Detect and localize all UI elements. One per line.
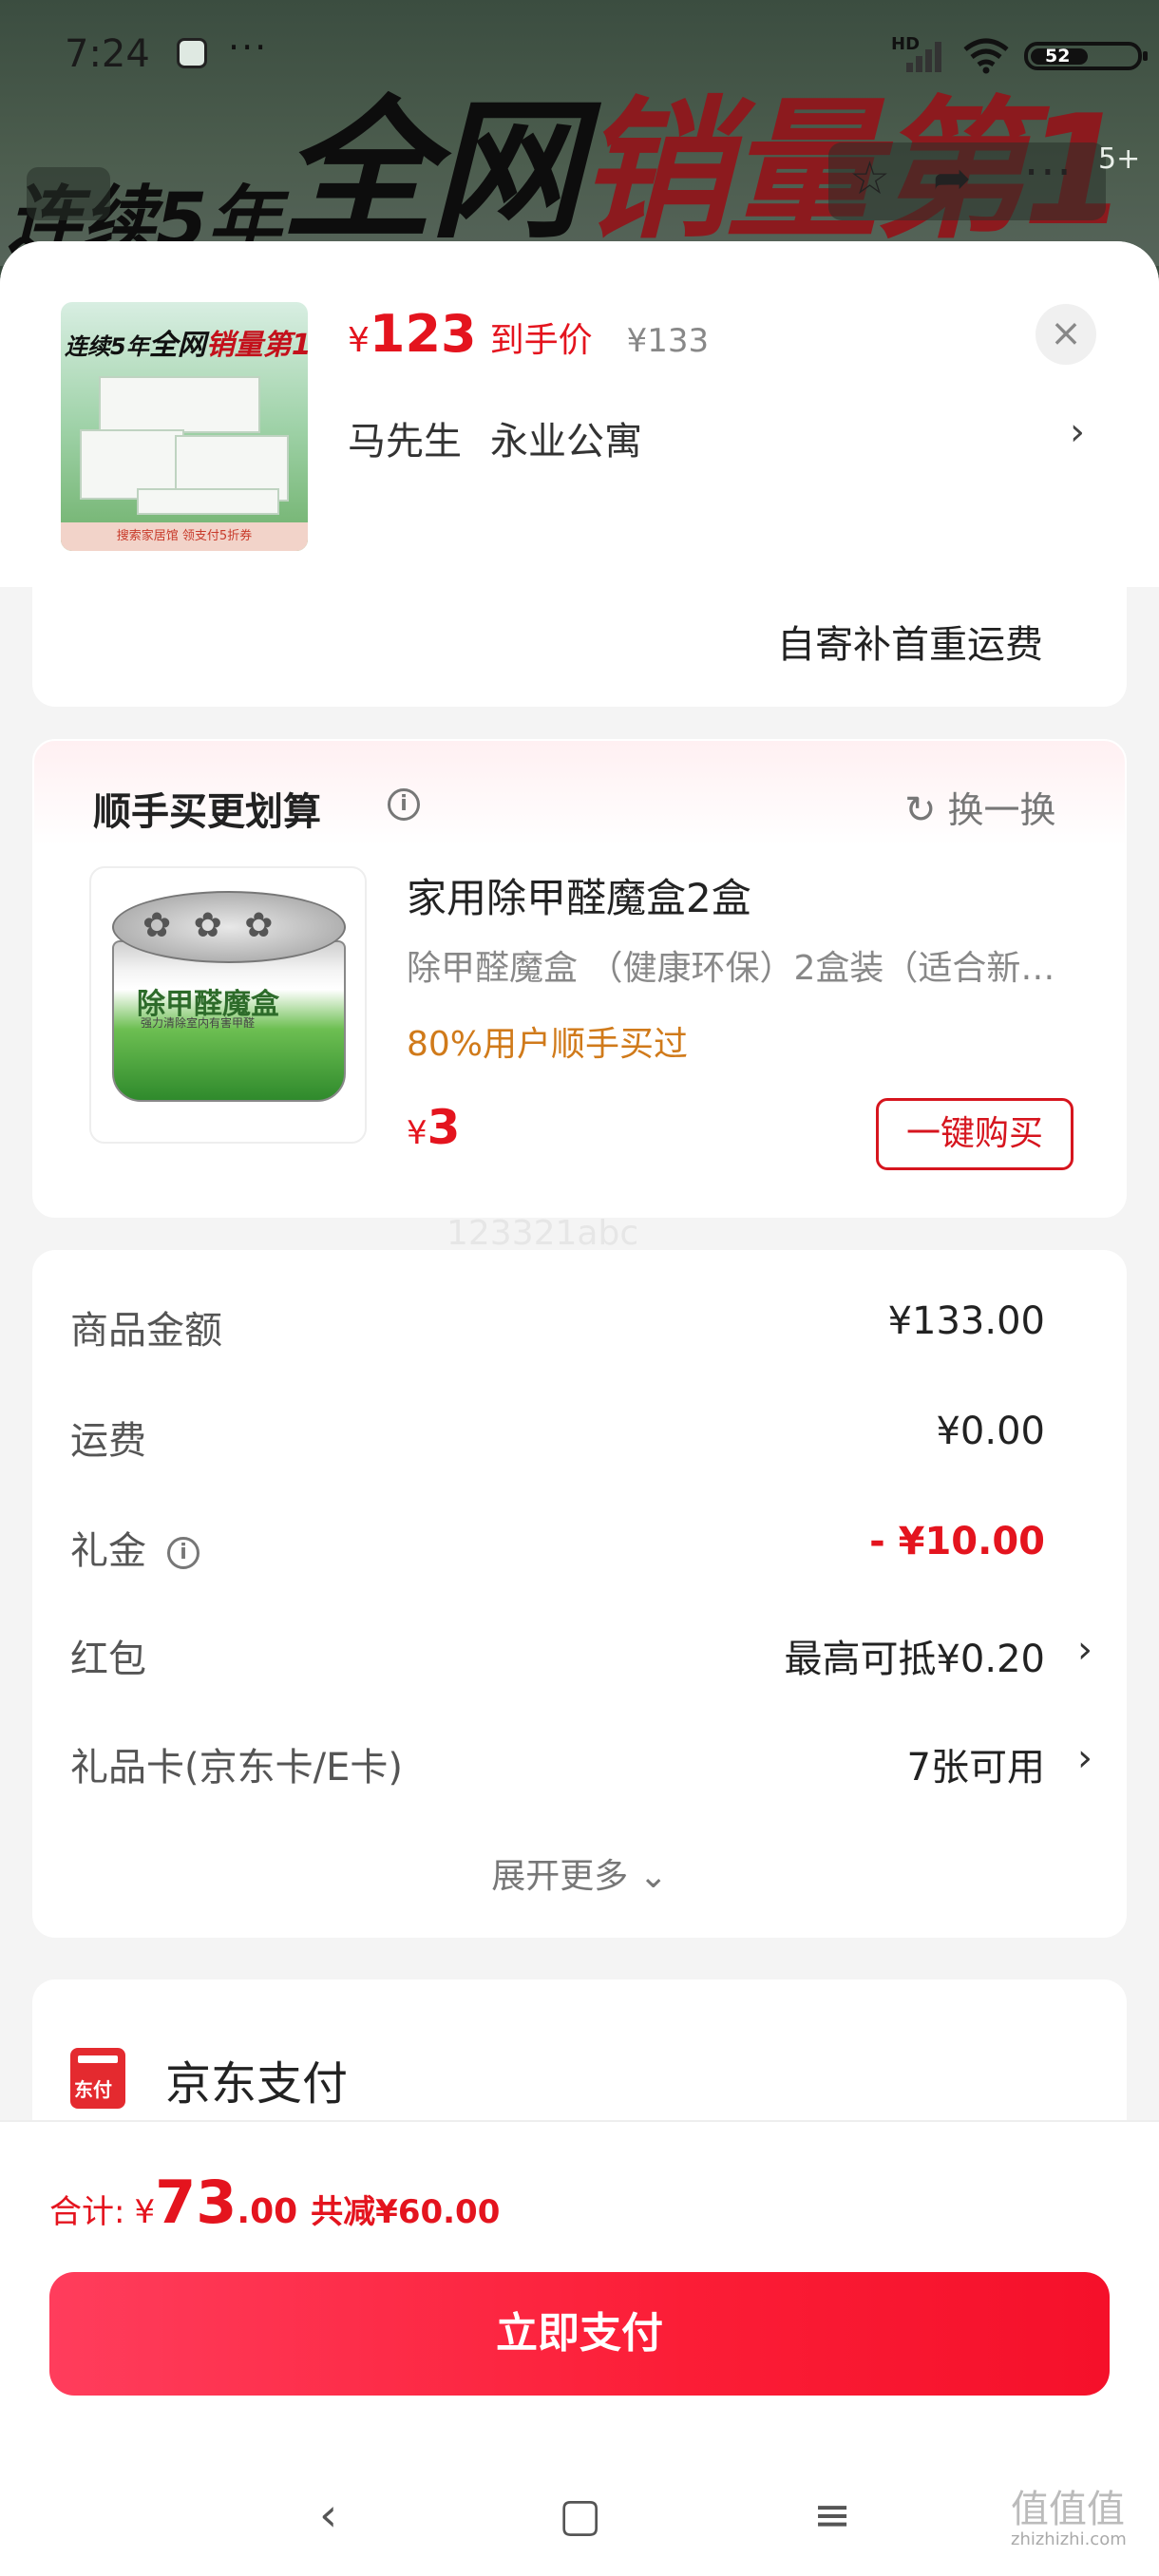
watermark-text: 123321abc bbox=[446, 1214, 639, 1253]
system-nav-bar: ‹ ▢ ≡ bbox=[0, 2468, 1159, 2563]
order-summary-card: 商品金额 ¥133.00 运费 ¥0.00 礼金 i - ¥10.00 红包 最高… bbox=[32, 1250, 1127, 1938]
upsell-product-image[interactable]: 除甲醛魔盒 强力清除室内有害甲醛 bbox=[89, 866, 367, 1144]
upsell-buy-rate: 80%用户顺手买过 bbox=[407, 1025, 689, 1064]
jar-sublabel: 强力清除室内有害甲醛 bbox=[141, 1016, 256, 1030]
status-more-dots: ··· bbox=[228, 27, 269, 68]
star-icon[interactable]: ☆ bbox=[849, 152, 890, 205]
upsell-product-name[interactable]: 家用除甲醛魔盒2盒 bbox=[407, 866, 751, 924]
price-symbol: ¥ bbox=[348, 321, 370, 360]
upsell-title: 顺手买更划算 bbox=[93, 790, 321, 834]
expand-more-button[interactable]: 展开更多 ⌄ bbox=[32, 1848, 1127, 1898]
price-row: ¥123 到手价 ¥133 bbox=[348, 304, 709, 370]
back-button[interactable] bbox=[27, 167, 110, 220]
shipping-card: 自寄补首重运费 bbox=[32, 585, 1127, 707]
summary-label: 商品金额 bbox=[70, 1309, 222, 1353]
product-thumbnail: 连续5年全网销量第1 搜索家居馆 领支付5折券 bbox=[61, 302, 308, 551]
notification-app-icon bbox=[177, 38, 207, 68]
final-price-label: 到手价 bbox=[489, 321, 593, 360]
refresh-button[interactable]: ↻ 换一换 bbox=[904, 781, 1056, 833]
summary-row-red-packet[interactable]: 红包 最高可抵¥0.20 › bbox=[70, 1628, 1096, 1685]
total-label: 合计: bbox=[49, 2193, 125, 2231]
total-amount: 73 bbox=[155, 2168, 238, 2237]
summary-label: 运费 bbox=[70, 1419, 146, 1463]
chevron-right-icon: › bbox=[1077, 1628, 1092, 1672]
summary-value: ¥133.00 bbox=[887, 1299, 1045, 1343]
pay-now-button[interactable]: 立即支付 bbox=[49, 2272, 1110, 2396]
upsell-price: ¥3 bbox=[407, 1100, 461, 1155]
original-price: ¥133 bbox=[626, 322, 710, 360]
summary-value: ¥0.00 bbox=[936, 1410, 1045, 1453]
summary-row-gift-cash: 礼金 i - ¥10.00 bbox=[70, 1520, 1096, 1577]
info-icon[interactable]: i bbox=[388, 788, 420, 821]
nav-home-icon[interactable]: ▢ bbox=[559, 2489, 601, 2542]
payment-method-name: 京东支付 bbox=[165, 2057, 349, 2111]
jd-pay-icon: 东付 bbox=[70, 2048, 125, 2109]
address-selector[interactable]: 马先生 永业公寓 bbox=[348, 410, 642, 465]
checkout-footer: 合计: ¥73.00 共减¥60.00 立即支付 ‹ ▢ ≡ bbox=[0, 2120, 1159, 2576]
wifi-icon bbox=[963, 38, 1009, 74]
share-icon[interactable]: ➦ bbox=[933, 152, 971, 205]
nav-back-icon[interactable]: ‹ bbox=[319, 2489, 337, 2542]
summary-label: 礼金 i bbox=[70, 1520, 200, 1575]
upsell-product-desc: 除甲醛魔盒 （健康环保）2盒装（适合新房/家具/衣柜/汽车） bbox=[407, 949, 1062, 988]
nav-menu-icon[interactable]: ≡ bbox=[813, 2489, 851, 2542]
shipping-fee-note: 自寄补首重运费 bbox=[777, 623, 1043, 667]
chevron-right-icon: › bbox=[1077, 1736, 1092, 1780]
chevron-right-icon[interactable]: › bbox=[1070, 410, 1085, 454]
sheet-header: 连续5年全网销量第1 搜索家居馆 领支付5折券 ¥123 到手价 ¥133 × 马先… bbox=[0, 241, 1159, 587]
upsell-card: 顺手买更划算 i ↻换一换 除甲醛魔盒 强力清除室内有害甲醛 家用除甲醛魔盒2盒… bbox=[32, 739, 1127, 1218]
close-button[interactable]: × bbox=[1036, 304, 1096, 365]
recipient-address: 永业公寓 bbox=[490, 420, 642, 464]
total-saved: 共减¥60.00 bbox=[311, 2193, 501, 2231]
order-total: 合计: ¥73.00 共减¥60.00 bbox=[49, 2168, 501, 2237]
info-icon[interactable]: i bbox=[167, 1537, 200, 1569]
thumb-slogan: 连续5年全网销量第1 bbox=[65, 329, 308, 362]
more-icon[interactable]: ··· bbox=[1024, 146, 1074, 199]
battery-icon: 52 bbox=[1024, 42, 1148, 70]
summary-value: 最高可抵¥0.20 bbox=[784, 1638, 1045, 1681]
summary-row-goods: 商品金额 ¥133.00 bbox=[70, 1299, 1096, 1356]
summary-value: 7张可用 bbox=[906, 1746, 1045, 1790]
message-count-badge: 5+ bbox=[1098, 142, 1141, 176]
refresh-label: 换一换 bbox=[947, 789, 1056, 831]
summary-row-shipping: 运费 ¥0.00 bbox=[70, 1410, 1096, 1467]
battery-level: 52 bbox=[1045, 46, 1071, 66]
refresh-icon: ↻ bbox=[904, 788, 937, 832]
thumb-promo-strip: 搜索家居馆 领支付5折券 bbox=[61, 522, 308, 551]
summary-label: 红包 bbox=[70, 1638, 146, 1681]
top-action-bar: ☆ ➦ ··· bbox=[828, 142, 1106, 220]
summary-discount-value: - ¥10.00 bbox=[869, 1520, 1045, 1563]
status-bar: 7:24 ··· HD 52 bbox=[0, 0, 1159, 112]
signal-icon bbox=[901, 38, 944, 72]
jar-illustration: 除甲醛魔盒 强力清除室内有害甲醛 bbox=[103, 891, 355, 1119]
summary-label: 礼品卡(京东卡/E卡) bbox=[70, 1746, 403, 1790]
final-price: 123 bbox=[369, 304, 477, 364]
one-click-buy-button[interactable]: 一键购买 bbox=[876, 1098, 1074, 1170]
product-banner: 连续5年全网销量第1 7:24 ··· HD 52 ☆ ➦ ··· 5+ bbox=[0, 0, 1159, 266]
recipient-name: 马先生 bbox=[348, 420, 462, 464]
status-time: 7:24 bbox=[65, 32, 150, 76]
site-watermark: 值值值 zhizhizhi.com bbox=[1011, 2488, 1127, 2549]
summary-row-gift-card[interactable]: 礼品卡(京东卡/E卡) 7张可用 › bbox=[70, 1736, 1096, 1793]
